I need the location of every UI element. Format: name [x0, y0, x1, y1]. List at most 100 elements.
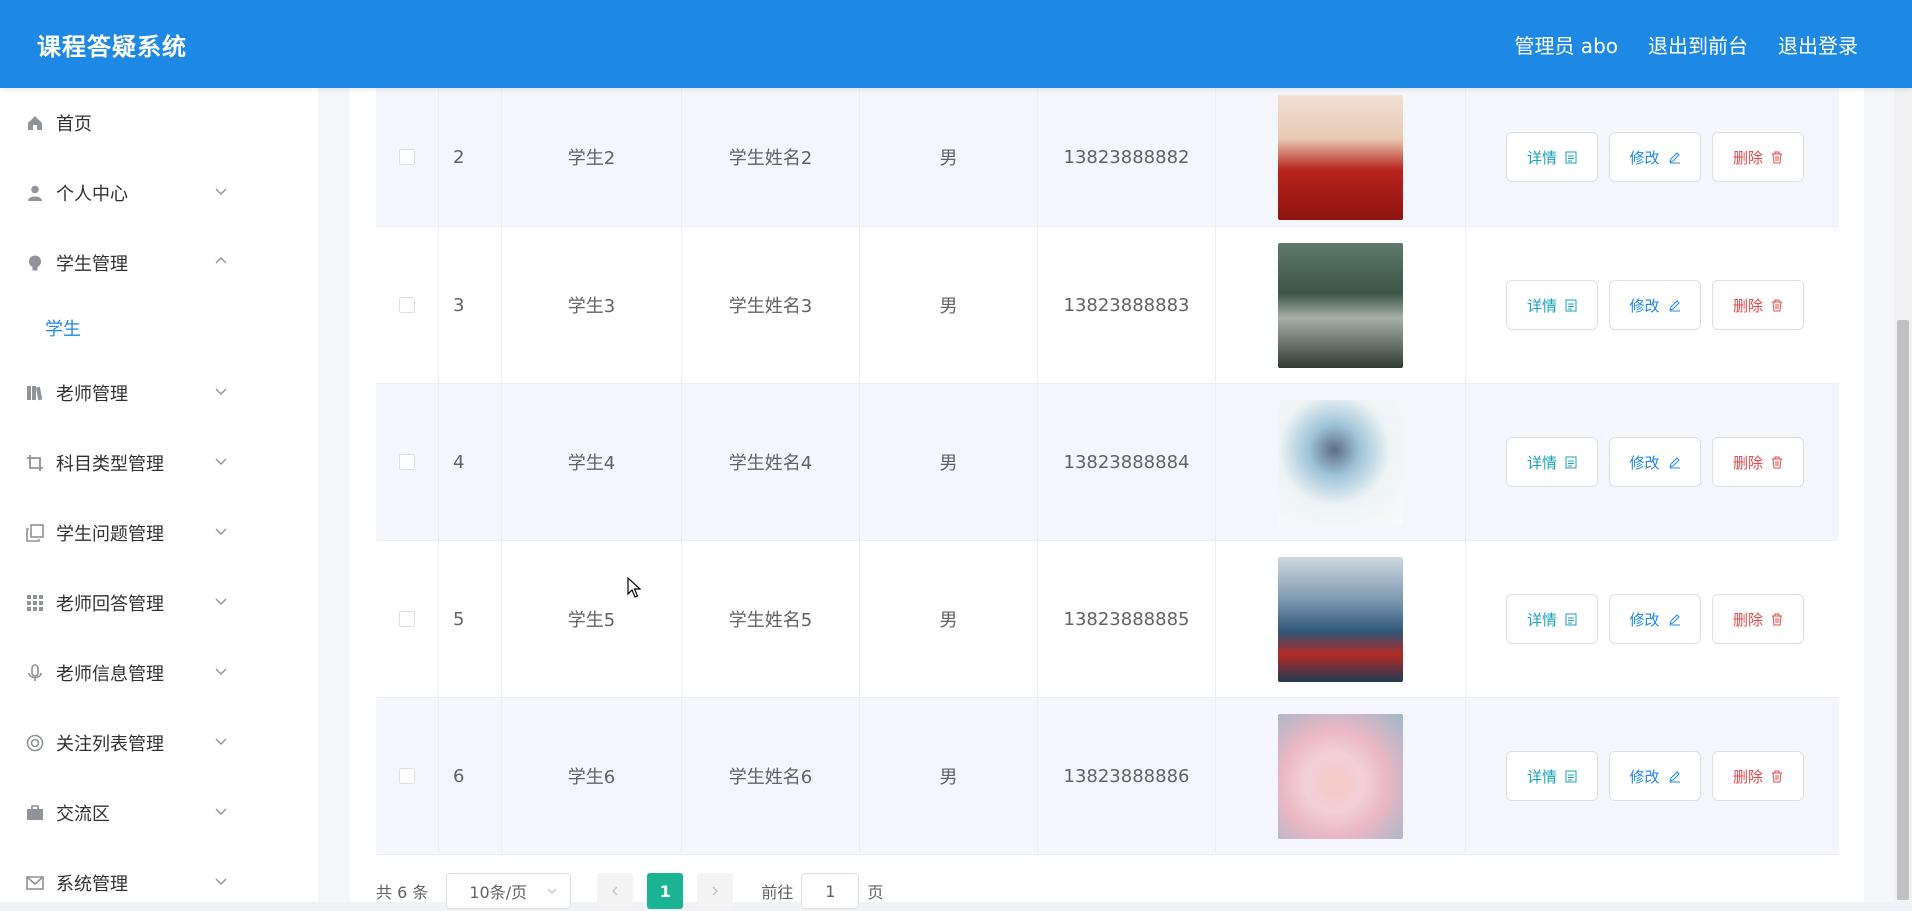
page-number-active[interactable]: 1 — [647, 873, 684, 909]
detail-button-label: 详情 — [1526, 767, 1557, 786]
scrollbar-thumb[interactable] — [1897, 320, 1909, 900]
sex-cell: 男 — [860, 384, 1038, 540]
admin-user-label[interactable]: 管理员 abo — [1514, 30, 1618, 59]
sidebar-subitem-student[interactable]: 学生 — [0, 298, 318, 358]
row-checkbox[interactable] — [399, 454, 415, 470]
table-row: 5 学生5 学生姓名5 男 13823888885 详情 修改 删除 — [376, 541, 1839, 698]
chevron-up-icon — [215, 257, 227, 264]
page-size-value: 10条/页 — [469, 883, 528, 902]
mic-icon — [25, 663, 45, 683]
home-icon — [25, 113, 45, 133]
edit-button[interactable]: 修改 — [1609, 594, 1701, 644]
student-photo — [1278, 242, 1403, 368]
delete-button-label: 删除 — [1732, 453, 1763, 472]
student-photo — [1278, 556, 1403, 682]
header-actions: 管理员 abo 退出到前台 退出登录 — [1514, 30, 1858, 59]
vertical-scrollbar[interactable] — [1894, 88, 1912, 902]
detail-button[interactable]: 详情 — [1506, 132, 1598, 182]
table-row: 6 学生6 学生姓名6 男 13823888886 详情 修改 删除 — [376, 698, 1839, 855]
briefcase-icon — [25, 803, 45, 823]
sidebar-item-student-management[interactable]: 学生管理 — [0, 228, 318, 298]
detail-button-label: 详情 — [1526, 148, 1557, 167]
delete-button[interactable]: 删除 — [1712, 594, 1804, 644]
book-icon — [25, 383, 45, 403]
next-page-button[interactable] — [697, 873, 734, 909]
document-icon — [1565, 299, 1577, 311]
detail-button[interactable]: 详情 — [1506, 437, 1598, 487]
phone-cell: 13823888884 — [1038, 384, 1216, 540]
edit-button[interactable]: 修改 — [1609, 132, 1701, 182]
prev-page-button[interactable] — [597, 873, 634, 909]
checkbox-cell — [376, 227, 439, 383]
sidebar-item-label: 关注列表管理 — [56, 734, 164, 755]
page-suffix: 页 — [867, 883, 884, 902]
pencil-icon — [1668, 151, 1680, 163]
exit-to-front-link[interactable]: 退出到前台 — [1648, 30, 1748, 59]
edit-button[interactable]: 修改 — [1609, 437, 1701, 487]
index-cell: 2 — [439, 88, 502, 226]
detail-button[interactable]: 详情 — [1506, 594, 1598, 644]
chevron-down-icon — [215, 188, 227, 195]
delete-button[interactable]: 删除 — [1712, 437, 1804, 487]
student-photo — [1278, 94, 1403, 220]
sidebar-item-teacher-management[interactable]: 老师管理 — [0, 358, 318, 428]
phone-cell: 13823888886 — [1038, 698, 1216, 854]
row-checkbox[interactable] — [399, 768, 415, 784]
lifebuoy-icon — [25, 733, 45, 753]
mouse-cursor-icon — [627, 577, 641, 598]
delete-button[interactable]: 删除 — [1712, 132, 1804, 182]
sidebar-item-label: 学生问题管理 — [56, 524, 164, 545]
chevron-down-icon — [215, 738, 227, 745]
delete-button[interactable]: 删除 — [1712, 751, 1804, 801]
pencil-icon — [1668, 299, 1680, 311]
edit-button[interactable]: 修改 — [1609, 751, 1701, 801]
trash-icon — [1772, 770, 1782, 782]
actions-cell: 详情 修改 删除 — [1466, 88, 1839, 226]
delete-button-label: 删除 — [1732, 296, 1763, 315]
edit-button-label: 修改 — [1629, 610, 1660, 629]
delete-button-label: 删除 — [1732, 610, 1763, 629]
sidebar-item-subject-type-management[interactable]: 科目类型管理 — [0, 428, 318, 498]
photo-cell — [1216, 384, 1466, 540]
sidebar-item-system-management[interactable]: 系统管理 — [0, 848, 318, 902]
index-cell: 3 — [439, 227, 502, 383]
delete-button[interactable]: 删除 — [1712, 280, 1804, 330]
document-icon — [1565, 770, 1577, 782]
pagination: 共 6 条 10条/页 1 前往 1 页 — [376, 871, 883, 911]
sidebar-item-profile[interactable]: 个人中心 — [0, 158, 318, 228]
chevron-down-icon — [215, 878, 227, 885]
table-row: 3 学生3 学生姓名3 男 13823888883 详情 修改 删除 — [376, 227, 1839, 384]
logout-link[interactable]: 退出登录 — [1778, 30, 1858, 59]
index-cell: 6 — [439, 698, 502, 854]
edit-button[interactable]: 修改 — [1609, 280, 1701, 330]
detail-button[interactable]: 详情 — [1506, 751, 1598, 801]
row-checkbox[interactable] — [399, 297, 415, 313]
sidebar-item-label: 老师回答管理 — [56, 594, 164, 615]
sidebar-item-label: 交流区 — [56, 804, 110, 825]
sex-cell: 男 — [860, 541, 1038, 697]
sidebar-item-teacher-answer-management[interactable]: 老师回答管理 — [0, 568, 318, 638]
account-cell: 学生4 — [502, 384, 682, 540]
sidebar-item-forum[interactable]: 交流区 — [0, 778, 318, 848]
photo-cell — [1216, 541, 1466, 697]
row-checkbox[interactable] — [399, 149, 415, 165]
delete-button-label: 删除 — [1732, 148, 1763, 167]
table-row: 2 学生2 学生姓名2 男 13823888882 详情 修改 删除 — [376, 88, 1839, 227]
name-cell: 学生姓名2 — [682, 88, 860, 226]
actions-cell: 详情 修改 删除 — [1466, 227, 1839, 383]
goto-page: 前往 1 页 — [761, 873, 883, 909]
page-size-select[interactable]: 10条/页 — [446, 873, 572, 909]
actions-cell: 详情 修改 删除 — [1466, 698, 1839, 854]
detail-button[interactable]: 详情 — [1506, 280, 1598, 330]
name-cell: 学生姓名3 — [682, 227, 860, 383]
sidebar-item-label: 个人中心 — [56, 184, 128, 205]
goto-page-input[interactable]: 1 — [801, 873, 860, 909]
name-cell: 学生姓名6 — [682, 698, 860, 854]
sidebar-item-student-question-management[interactable]: 学生问题管理 — [0, 498, 318, 568]
sidebar-item-teacher-info-management[interactable]: 老师信息管理 — [0, 638, 318, 708]
row-checkbox[interactable] — [399, 611, 415, 627]
sidebar-item-follow-list-management[interactable]: 关注列表管理 — [0, 708, 318, 778]
main-content: 2 学生2 学生姓名2 男 13823888882 详情 修改 删除 3 学生3 — [318, 88, 1894, 909]
document-icon — [1565, 613, 1577, 625]
sidebar-item-home[interactable]: 首页 — [0, 88, 318, 158]
